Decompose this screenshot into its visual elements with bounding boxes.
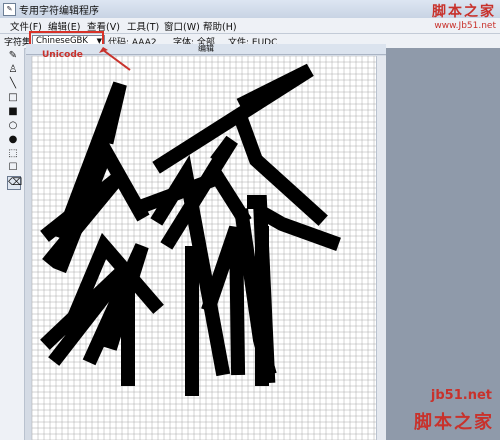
app-icon: ✎ [3, 3, 16, 16]
eraser-icon[interactable]: ⌫ [7, 176, 22, 190]
filled-rect-icon[interactable]: ■ [7, 106, 19, 118]
watermark-bottom-url: jb51.net [430, 388, 492, 403]
freeform-select-icon[interactable]: ☐ [7, 162, 19, 174]
watermark-bottom-cn: 脚本之家 [414, 412, 494, 433]
menu-help[interactable]: 帮助(H) [203, 19, 237, 33]
filled-ellipse-icon[interactable]: ● [7, 134, 19, 146]
title-bar: ✎ 专用字符编辑程序 [0, 0, 500, 19]
window-title: 专用字符编辑程序 [19, 6, 99, 17]
app-window: ✎ 专用字符编辑程序 文件(F) 编辑(E) 查看(V) 工具(T) 窗口(W)… [0, 0, 500, 440]
unicode-annotation: Unicode [42, 50, 83, 60]
watermark-bottom: jb51.net 脚本之家 [360, 368, 500, 440]
edit-grid[interactable] [28, 56, 384, 440]
watermark-top-cn: 脚本之家 [432, 4, 496, 20]
watermark-top-url: www.Jb51.net [434, 21, 496, 31]
hollow-rect-icon[interactable]: □ [7, 92, 19, 104]
hollow-ellipse-icon[interactable]: ○ [7, 120, 19, 132]
rect-select-icon[interactable]: ⬚ [7, 148, 19, 160]
menu-window[interactable]: 窗口(W) [164, 19, 200, 33]
brush-icon[interactable]: ♙ [7, 64, 19, 76]
menu-tools[interactable]: 工具(T) [127, 19, 159, 33]
pencil-icon[interactable]: ✎ [7, 50, 19, 62]
tool-palette: ✎ ♙ ╲ □ ■ ○ ● ⬚ ☐ ⌫ [0, 48, 25, 440]
line-icon[interactable]: ╲ [7, 78, 19, 90]
watermark-top: 脚本之家 www.Jb51.net [432, 1, 496, 31]
